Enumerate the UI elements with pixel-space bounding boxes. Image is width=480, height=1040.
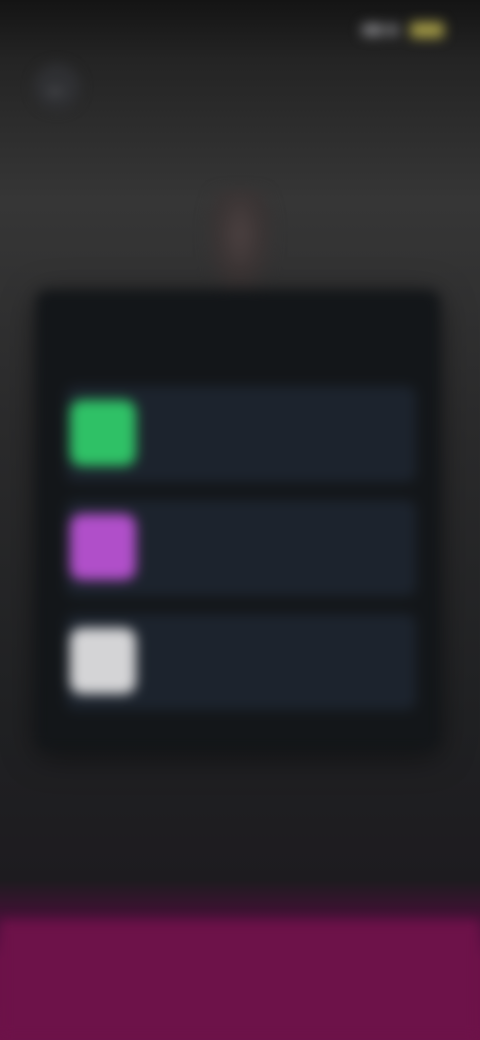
option-card-1[interactable] — [66, 386, 416, 482]
option-card-3[interactable] — [66, 614, 416, 710]
option-swatch — [70, 628, 136, 694]
status-bar — [28, 12, 452, 48]
option-swatch — [70, 514, 136, 580]
option-card-2[interactable] — [66, 500, 416, 596]
options-panel — [36, 290, 440, 750]
blurred-content: ← — [0, 0, 480, 1040]
option-swatch — [70, 400, 136, 466]
background-figure — [205, 190, 275, 300]
blurred-screen: ← — [0, 0, 480, 1040]
panel-title — [78, 318, 404, 352]
back-button[interactable]: ← — [34, 64, 80, 110]
arrow-left-icon: ← — [44, 71, 70, 102]
wifi-icon — [362, 24, 384, 36]
battery-icon — [410, 22, 444, 38]
bottom-band — [0, 920, 480, 1040]
signal-icon — [388, 24, 398, 36]
status-icons — [354, 20, 444, 40]
